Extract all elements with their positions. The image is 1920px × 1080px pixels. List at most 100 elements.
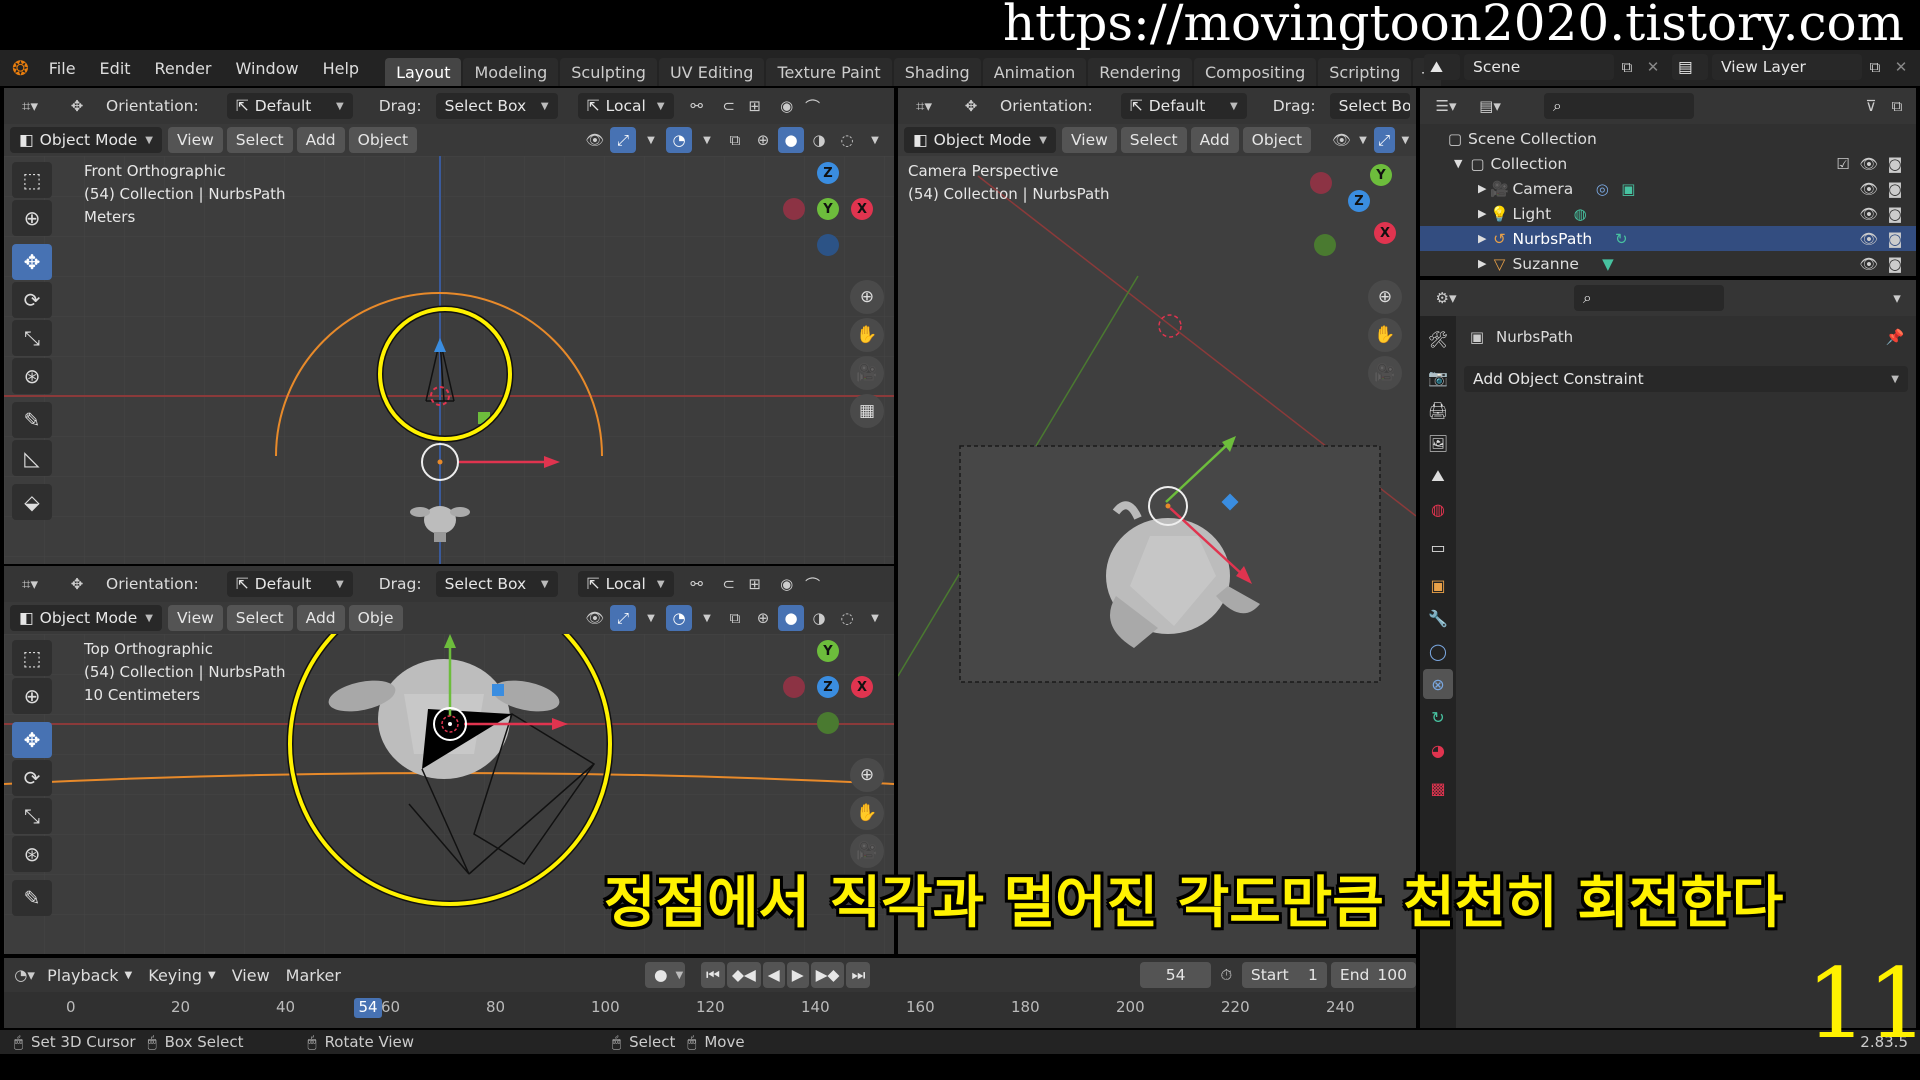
outliner-row-suzanne[interactable]: ▶ ▽ Suzanne ▼ 👁 ◙ [1420,251,1916,276]
object-mode-dropdown[interactable]: ◧ Object Mode ▼ [904,127,1056,153]
texture-tab-icon[interactable]: ▩ [1423,773,1453,803]
axis-y-label[interactable]: Y [817,640,839,662]
data-tab-icon[interactable]: ↻ [1423,702,1453,732]
scale-tool-icon[interactable]: ⤡ [12,798,52,834]
new-view-layer-icon[interactable]: ⧉ [1862,54,1888,80]
rendered-shading-icon[interactable]: ◌ [834,127,860,153]
expand-arrow-icon[interactable]: ▶ [1478,182,1486,195]
overlay-toggle-icon[interactable]: ◔ [666,127,692,153]
orientation-dropdown[interactable]: ⇱ Default ▼ [226,93,353,119]
cursor-tool-icon[interactable]: ⊕ [12,678,52,714]
scene-icon[interactable]: ⛰ [1424,54,1460,80]
viewport-front-canvas[interactable]: Front Orthographic (54) Collection | Nur… [4,156,894,564]
menu-window[interactable]: Window [224,50,311,86]
pan-hand-icon[interactable]: ✋ [850,318,884,352]
chevron-down-icon[interactable]: ▼ [638,127,664,153]
visibility-icon[interactable]: 👁 [582,127,608,153]
modifier-tab-icon[interactable]: 🔧 [1423,603,1453,633]
gizmo-toggle-icon[interactable]: ⤢ [1373,127,1395,153]
timeline-ruler[interactable]: 0 20 40 60 80 100 120 140 160 180 200 220 240 54 [4,992,1416,1028]
camera-render-icon[interactable]: ◙ [1882,226,1908,252]
view-layer-tab-icon[interactable]: 🖼 [1423,428,1453,458]
menu-add[interactable]: Add [1190,127,1239,153]
world-tab-icon[interactable]: ◍ [1423,494,1453,524]
tab-sculpting[interactable]: Sculpting [560,58,657,86]
new-scene-icon[interactable]: ⧉ [1614,54,1640,80]
snap-element-icon[interactable]: ⊞ [742,93,768,119]
camera-view-icon[interactable]: 🎥 [850,356,884,390]
drag-dropdown[interactable]: Select Box [1329,93,1410,119]
navigation-gizmo-top[interactable]: Y Z X [778,638,878,738]
chevron-down-icon[interactable]: ▼ [694,127,720,153]
menu-edit[interactable]: Edit [88,50,143,86]
chevron-down-icon[interactable]: ▼ [862,127,888,153]
properties-editor-type-icon[interactable]: ⚙▾ [1426,285,1466,311]
expand-arrow-icon[interactable]: ▶ [1478,257,1486,270]
navigation-gizmo-front[interactable]: Z Y X [778,160,878,260]
light-data-icon[interactable]: ◍ [1567,201,1593,227]
transform-tool-icon[interactable]: ⊛ [12,836,52,872]
solid-shading-icon[interactable]: ● [778,605,804,631]
select-box-tool-icon[interactable]: ⬚ [12,162,52,198]
exclude-checkbox-icon[interactable]: ☑ [1830,151,1856,177]
current-frame-field[interactable]: 54 [1140,962,1211,988]
outliner-search-input[interactable]: ⌕ [1544,93,1694,119]
ortho-grid-icon[interactable]: ▦ [850,394,884,428]
tab-texture-paint[interactable]: Texture Paint [766,58,892,86]
xray-toggle-icon[interactable]: ⧉ [722,127,748,153]
next-keyframe-icon[interactable]: ▶◆ [810,962,845,988]
chevron-down-icon[interactable]: ▾ [1884,285,1910,311]
filter-icon[interactable]: ⊽ [1858,93,1884,119]
render-tab-icon[interactable]: 📷 [1423,362,1453,392]
editor-type-icon[interactable]: ⌗▾ [10,93,50,119]
outliner-editor-type-icon[interactable]: ☰▾ [1426,93,1466,119]
axis-z-label[interactable]: Z [817,162,839,184]
zoom-icon[interactable]: ⊕ [1368,280,1402,314]
material-shading-icon[interactable]: ◑ [806,127,832,153]
snap-icon[interactable]: ⊂ [716,93,742,119]
menu-marker[interactable]: Marker [278,958,349,992]
outliner-row-collection[interactable]: ▼ ▢ Collection ☑ 👁 ◙ [1420,151,1916,176]
eye-icon[interactable]: 👁 [1856,226,1882,252]
curve-data-icon[interactable]: ↻ [1608,226,1634,252]
visibility-icon[interactable]: 👁 [582,605,608,631]
editor-type-icon[interactable]: ⌗▾ [904,93,944,119]
chevron-down-icon[interactable]: ▼ [694,605,720,631]
menu-timeline-view[interactable]: View [224,958,278,992]
display-mode-icon[interactable]: ▤▾ [1470,93,1510,119]
menu-help[interactable]: Help [311,50,371,86]
axis-neg-x[interactable] [1310,172,1332,194]
axis-x-label[interactable]: X [851,198,873,220]
camera-render-icon[interactable]: ◙ [1882,151,1908,177]
axis-z-label[interactable]: Z [817,676,839,698]
outliner-row-camera[interactable]: ▶ 🎥 Camera ◎ ▣ 👁 ◙ [1420,176,1916,201]
physics-tab-icon[interactable]: ◯ [1423,636,1453,666]
object-tab-icon[interactable]: ▣ [1423,570,1453,600]
drag-dropdown[interactable]: Select Box ▼ [435,571,558,597]
snap-icon[interactable]: ⊂ [716,571,742,597]
transform-tool-icon[interactable]: ⊛ [12,358,52,394]
eye-icon[interactable]: 👁 [1856,176,1882,202]
orientation-dropdown[interactable]: ⇱ Default ▼ [226,571,353,597]
move-tool-icon[interactable]: ✥ [12,244,52,280]
zoom-icon[interactable]: ⊕ [850,758,884,792]
proportional-edit-icon[interactable]: ◉ [774,571,800,597]
menu-view[interactable]: View [168,127,223,153]
constraint-icon[interactable]: ▣ [1615,176,1641,202]
tab-uv-editing[interactable]: UV Editing [658,58,765,86]
move-tool-icon[interactable]: ✥ [12,722,52,758]
end-frame-field[interactable]: End 100 [1330,962,1416,988]
axis-neg-x[interactable] [783,676,805,698]
gizmo-toggle-icon[interactable]: ⤢ [610,605,636,631]
jump-start-icon[interactable]: ⏮ [700,962,725,988]
tab-compositing[interactable]: Compositing [1193,58,1317,86]
proportional-edit-icon[interactable]: ◉ [774,93,800,119]
tab-scripting[interactable]: Scripting [1318,58,1412,86]
solid-shading-icon[interactable]: ● [778,127,804,153]
jump-end-icon[interactable]: ⏭ [846,962,871,988]
menu-view[interactable]: View [1062,127,1117,153]
outliner-row-nurbspath[interactable]: ▶ ↺ NurbsPath ↻ 👁 ◙ [1420,226,1916,251]
editor-type-icon[interactable]: ⌗▾ [10,571,50,597]
eye-icon[interactable]: 👁 [1856,201,1882,227]
wireframe-shading-icon[interactable]: ⊕ [750,127,776,153]
